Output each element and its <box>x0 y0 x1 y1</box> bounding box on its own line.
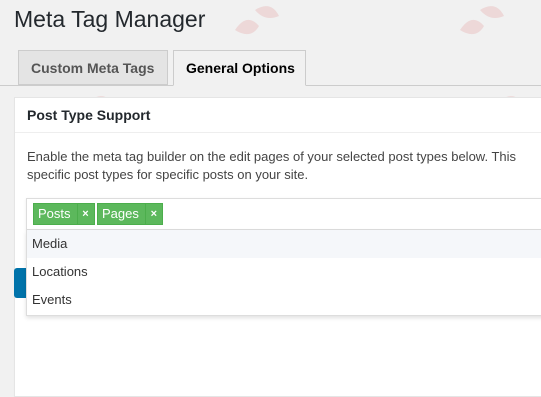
tab-general-options[interactable]: General Options <box>173 50 306 86</box>
tab-custom-meta-tags[interactable]: Custom Meta Tags <box>18 50 168 85</box>
selected-chip-posts: Posts × <box>33 203 95 225</box>
post-type-multiselect[interactable]: Posts × Pages × <box>26 198 541 230</box>
chip-label: Pages <box>102 206 139 221</box>
post-type-options-list: Media Locations Events <box>26 230 541 316</box>
chip-remove-icon[interactable]: × <box>76 204 94 224</box>
option-media[interactable]: Media <box>27 230 541 258</box>
option-locations[interactable]: Locations <box>27 258 541 286</box>
chip-remove-icon[interactable]: × <box>144 204 162 224</box>
section-title: Post Type Support <box>15 98 541 133</box>
page-title: Meta Tag Manager <box>14 6 206 32</box>
selected-chip-pages: Pages × <box>97 203 163 225</box>
chip-label: Posts <box>38 206 71 221</box>
option-events[interactable]: Events <box>27 286 541 314</box>
section-description: Enable the meta tag builder on the edit … <box>27 149 517 182</box>
